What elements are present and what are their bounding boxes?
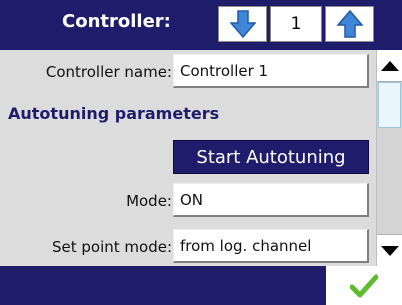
set-point-mode-label: Set point mode: <box>51 238 172 256</box>
set-point-mode-field[interactable]: from log. channel <box>173 229 369 263</box>
arrow-down-icon <box>229 10 256 38</box>
mode-label: Mode: <box>126 192 172 210</box>
controller-index[interactable]: 1 <box>270 6 322 42</box>
scrollbar[interactable] <box>376 50 402 266</box>
scroll-up-button[interactable] <box>377 50 402 82</box>
section-title-autotuning: Autotuning parameters <box>8 104 220 123</box>
start-autotuning-button[interactable]: Start Autotuning <box>173 140 369 174</box>
triangle-down-icon <box>380 245 399 256</box>
next-controller-button[interactable] <box>325 6 374 42</box>
controller-name-label: Controller name: <box>45 63 172 81</box>
mode-field[interactable]: ON <box>173 183 369 217</box>
controller-name-field[interactable]: Controller 1 <box>173 54 369 88</box>
triangle-up-icon <box>380 60 399 71</box>
settings-panel: Controller name: Controller 1 Autotuning… <box>0 50 376 266</box>
scroll-down-button[interactable] <box>377 234 402 266</box>
checkmark-icon <box>350 274 378 297</box>
page-title: Controller: <box>62 11 171 32</box>
scroll-thumb[interactable] <box>378 82 401 128</box>
confirm-button[interactable] <box>326 266 402 305</box>
previous-controller-button[interactable] <box>218 6 267 42</box>
arrow-up-icon <box>336 10 363 38</box>
